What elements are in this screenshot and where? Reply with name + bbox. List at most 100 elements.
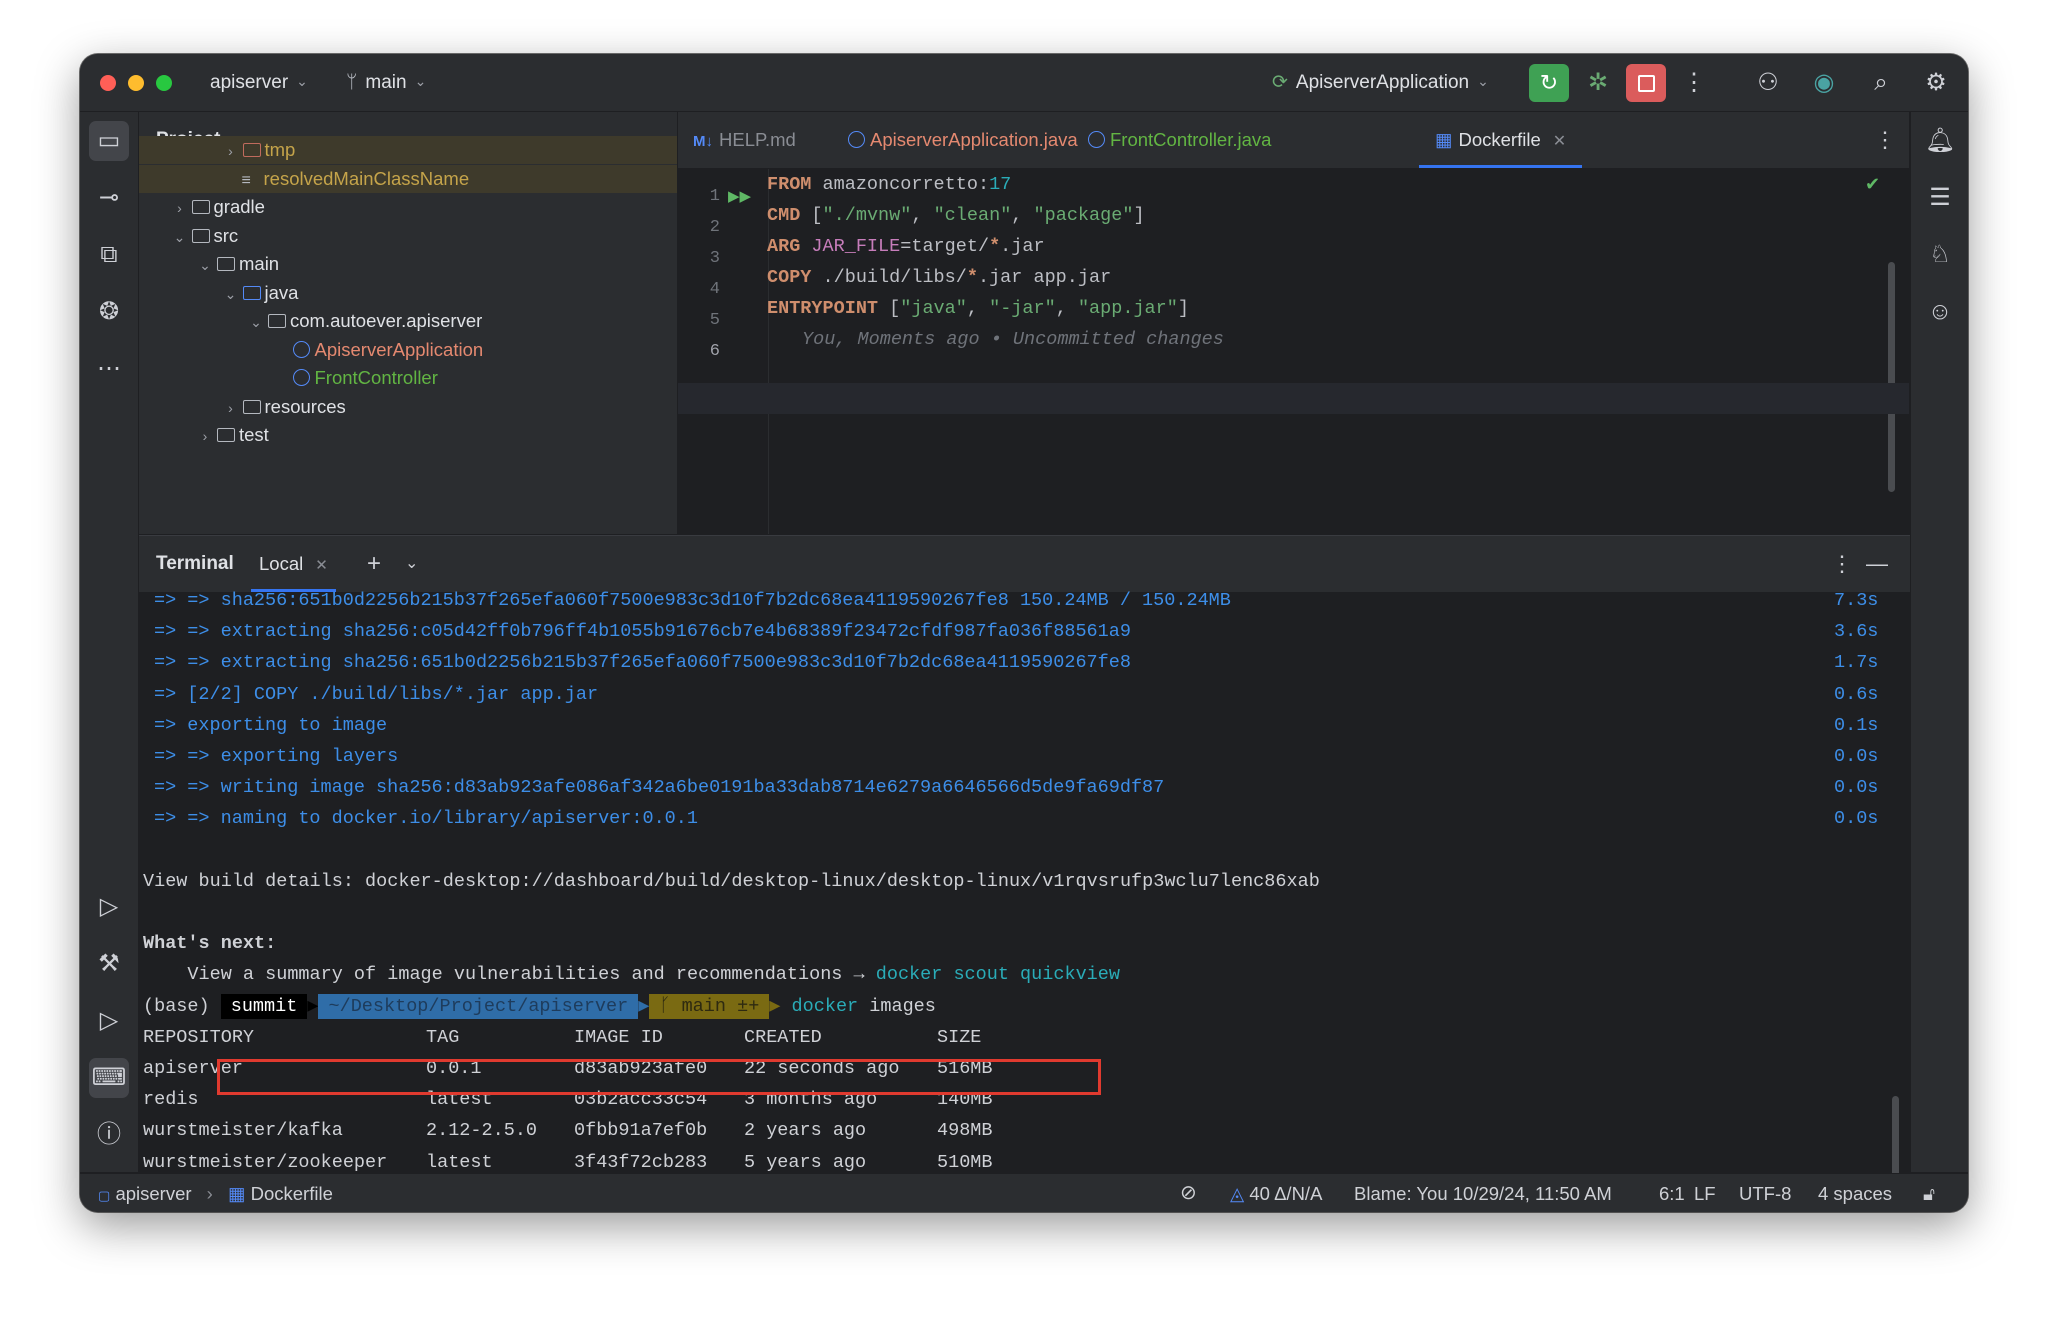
tree-item[interactable]: › resources [139, 393, 677, 421]
breadcrumb-file[interactable]: Dockerfile [251, 1183, 333, 1204]
tabs-more-button[interactable]: ⋮ [1874, 112, 1896, 168]
tree-item[interactable]: FrontController [139, 364, 677, 392]
tree-item[interactable]: › test [139, 421, 677, 449]
tree-item[interactable]: ⌄ java [139, 279, 677, 307]
hide-terminal-button[interactable]: — [1866, 536, 1888, 592]
docker-icon: ▦ [1435, 129, 1453, 150]
debug-button[interactable]: ✲ [1580, 54, 1616, 111]
tab-apiserver-application[interactable]: ApiserverApplication.java [844, 112, 1078, 168]
branch-selector[interactable]: ᛘ main ⌄ [346, 54, 426, 111]
chevron-right-icon[interactable]: › [198, 422, 212, 450]
build-output-line: => => exporting layers [154, 746, 399, 767]
code-line-5[interactable]: ENTRYPOINT ["java", "-jar", "app.jar"] [767, 293, 1189, 324]
line-number: 2 [709, 218, 720, 237]
terminal-tab-local[interactable]: Local ✕ [251, 536, 336, 592]
suggestion-command[interactable]: docker scout quickview [876, 964, 1120, 985]
copilot-tool-button[interactable]: ☺ [1920, 292, 1960, 332]
column-header: REPOSITORY [143, 1026, 255, 1048]
terminal-dropdown-button[interactable]: ⌄ [405, 536, 418, 592]
gradle-tool-button[interactable]: ♘ [1920, 235, 1960, 275]
more-actions-button[interactable]: ⋮ [1676, 54, 1712, 111]
close-tab-icon[interactable]: ✕ [315, 557, 328, 574]
lock-icon[interactable]: 🔓︎ [1923, 1174, 1935, 1212]
code-line-1[interactable]: FROM amazoncorretto:17 [767, 169, 1011, 200]
tab-help-md[interactable]: M↓ HELP.md [693, 112, 796, 168]
new-terminal-button[interactable]: + [367, 536, 381, 592]
git-branch-icon: ᛘ [346, 72, 358, 93]
close-tab-icon[interactable]: ✕ [1553, 133, 1566, 150]
powerline-arrow-icon: ▶ [638, 995, 650, 1017]
tree-item[interactable]: ⌄ main [139, 250, 677, 278]
tree-item[interactable]: ≡ resolvedMainClassName [139, 164, 677, 193]
line-separator[interactable]: LF [1694, 1174, 1716, 1212]
tree-item[interactable]: ⌄ src [139, 222, 677, 250]
line-number: 3 [709, 249, 720, 268]
notifications-button[interactable]: 🔔︎ [1920, 121, 1960, 161]
terminal-tool-button[interactable]: ⌨ [89, 1058, 129, 1098]
code-line-3[interactable]: ARG JAR_FILE=target/*.jar [767, 231, 1045, 262]
close-window-button[interactable] [100, 75, 116, 91]
stop-button[interactable] [1626, 64, 1666, 102]
power-save-icon[interactable]: ⊘ [1180, 1174, 1197, 1212]
tree-item[interactable]: › gradle [139, 193, 677, 221]
spring-boot-icon: ⟳ [1272, 72, 1288, 93]
chevron-right-icon[interactable]: › [224, 137, 238, 165]
tree-item[interactable]: › tmp [139, 136, 677, 164]
tree-item-label: resources [264, 395, 346, 417]
indent-setting[interactable]: 4 spaces [1818, 1174, 1892, 1212]
bug-icon: ✲ [1587, 69, 1609, 96]
commit-tool-button[interactable]: ⊸ [89, 178, 129, 218]
run-tool-button[interactable]: ▷ [89, 1001, 129, 1041]
powerline-arrow-icon: ▶ [307, 995, 319, 1017]
minimize-window-button[interactable] [128, 75, 144, 91]
settings-button[interactable]: ⚙ [1918, 54, 1954, 111]
blame-info[interactable]: Blame: You 10/29/24, 11:50 AM [1354, 1174, 1612, 1212]
run-gutter-icon[interactable]: ▶▶ [728, 181, 751, 212]
code-with-me-button[interactable]: ⚇ [1750, 54, 1786, 111]
folder-icon [191, 228, 210, 243]
chevron-right-icon[interactable]: › [173, 194, 187, 222]
chevron-down-icon[interactable]: ⌄ [249, 308, 263, 336]
elephant-icon: ♘ [1929, 241, 1951, 268]
tree-item-label: tmp [264, 139, 296, 160]
tab-front-controller[interactable]: FrontController.java [1084, 112, 1271, 168]
project-tool-button[interactable]: ▭ [89, 121, 129, 161]
rerun-button[interactable]: ↻ [1529, 64, 1569, 102]
plugin-tool-button[interactable]: ❂ [89, 292, 129, 332]
chevron-down-icon[interactable]: ⌄ [198, 251, 212, 279]
editor-scrollbar[interactable] [1888, 262, 1895, 492]
ai-assistant-button[interactable]: ◉ [1806, 54, 1842, 111]
suggestion-text: View a summary of image vulnerabilities … [143, 964, 876, 986]
table-cell: wurstmeister/kafka [143, 1120, 343, 1142]
chevron-right-icon[interactable]: › [224, 394, 238, 422]
terminal-options-button[interactable]: ⋮ [1831, 536, 1853, 592]
caret-position[interactable]: 6:1 [1659, 1174, 1685, 1212]
search-button[interactable]: ⌕ [1863, 54, 1899, 111]
services-tool-button[interactable]: ▷ [89, 887, 129, 927]
maximize-window-button[interactable] [156, 75, 172, 91]
run-config-selector[interactable]: ⟳ ApiserverApplication ⌄ [1272, 54, 1489, 111]
chevron-down-icon[interactable]: ⌄ [224, 280, 238, 308]
database-tool-button[interactable]: ☰ [1920, 178, 1960, 218]
more-tools-button[interactable]: ⋯ [89, 349, 129, 389]
breadcrumb-project[interactable]: apiserver [115, 1183, 191, 1204]
table-cell: 2.12-2.5.0 [426, 1120, 538, 1142]
project-selector[interactable]: apiserver ⌄ [210, 54, 308, 111]
structure-tool-button[interactable]: ⧉ [89, 235, 129, 275]
inspections-widget[interactable]: ◬ 40 Δ/N/A [1230, 1174, 1322, 1212]
tree-item[interactable]: ⌄ com.autoever.apiserver [139, 307, 677, 335]
spring-class-icon [292, 340, 310, 358]
build-output-line: => => extracting sha256:651b0d2256b215b3… [154, 652, 1131, 674]
file-encoding[interactable]: UTF-8 [1739, 1174, 1791, 1212]
table-cell: redis [143, 1089, 199, 1111]
tab-dockerfile[interactable]: ▦ Dockerfile ✕ [1419, 112, 1583, 168]
chevron-down-icon[interactable]: ⌄ [173, 223, 187, 251]
problems-tool-button[interactable]: ⓘ [89, 1115, 129, 1155]
line-number: 6 [709, 342, 720, 361]
tree-item[interactable]: ApiserverApplication [139, 336, 677, 364]
build-tool-button[interactable]: ⚒ [89, 944, 129, 984]
tab-label: ApiserverApplication.java [870, 129, 1078, 150]
code-line-2[interactable]: CMD ["./mvnw", "clean", "package"] [767, 200, 1145, 231]
plus-icon: + [367, 550, 382, 577]
code-line-4[interactable]: COPY ./build/libs/*.jar app.jar [767, 262, 1111, 293]
